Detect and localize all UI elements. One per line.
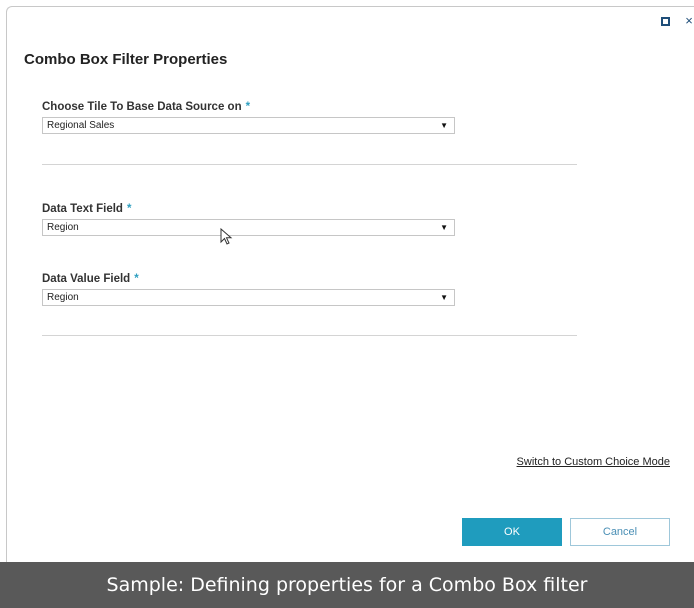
combo-box-filter-properties-dialog: × Combo Box Filter Properties Choose Til… — [6, 6, 694, 562]
required-marker: * — [245, 101, 251, 113]
data-text-field-label: Data Text Field * — [42, 203, 131, 215]
required-marker: * — [134, 273, 139, 285]
cancel-button[interactable]: Cancel — [570, 518, 670, 546]
chevron-down-icon[interactable]: ▼ — [440, 290, 448, 305]
section-divider — [42, 164, 577, 165]
tile-source-combo[interactable]: Regional Sales ▼ — [42, 117, 455, 134]
section-divider — [42, 335, 577, 336]
tile-source-label: Choose Tile To Base Data Source on * — [42, 101, 250, 113]
data-value-field-combo[interactable]: Region ▼ — [42, 289, 455, 306]
required-marker: * — [126, 203, 132, 215]
dialog-title: Combo Box Filter Properties — [24, 51, 228, 68]
data-text-field-value: Region — [47, 222, 79, 233]
switch-custom-choice-mode-link[interactable]: Switch to Custom Choice Mode — [517, 456, 670, 468]
tile-source-label-text: Choose Tile To Base Data Source on — [42, 101, 242, 113]
caption-banner: Sample: Defining properties for a Combo … — [0, 562, 694, 608]
chevron-down-icon[interactable]: ▼ — [440, 118, 448, 133]
data-text-field-label-text: Data Text Field — [42, 203, 123, 215]
data-value-field-label: Data Value Field * — [42, 273, 139, 285]
data-value-field-value: Region — [47, 292, 79, 303]
data-value-field-label-text: Data Value Field — [42, 273, 131, 285]
maximize-icon[interactable] — [661, 16, 670, 26]
mouse-pointer-icon — [220, 228, 233, 245]
screenshot-frame: × Combo Box Filter Properties Choose Til… — [0, 0, 694, 608]
data-text-field-combo[interactable]: Region ▼ — [42, 219, 455, 236]
tile-source-value: Regional Sales — [47, 120, 115, 131]
window-controls: × — [661, 13, 694, 29]
close-icon[interactable]: × — [684, 14, 694, 27]
chevron-down-icon[interactable]: ▼ — [440, 220, 448, 235]
ok-button[interactable]: OK — [462, 518, 562, 546]
